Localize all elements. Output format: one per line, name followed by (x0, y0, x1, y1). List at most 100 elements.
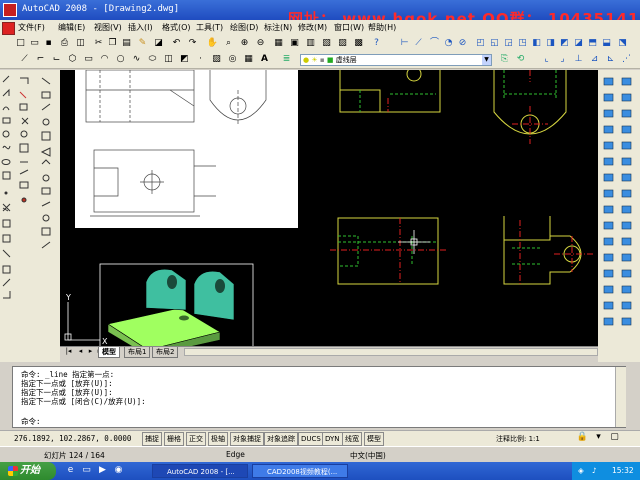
dim-diameter-icon[interactable]: ⊘ (456, 38, 469, 49)
ucs-origin-icon[interactable]: ⊥ (572, 54, 585, 65)
view-bottom-icon[interactable]: ◱ (488, 38, 501, 49)
dyn-toggle[interactable]: DYN (322, 432, 343, 446)
autocad-icon[interactable] (3, 3, 17, 17)
horizontal-scrollbar[interactable] (184, 348, 598, 356)
spline-tool-icon[interactable]: ∿ (130, 54, 143, 65)
ucs-view-icon[interactable]: ⋰ (620, 54, 633, 65)
menu-format[interactable]: 格式(O) (162, 22, 191, 33)
polyline-tool-icon[interactable]: ⌙ (50, 54, 63, 65)
tool-palettes-icon[interactable]: ▥ (304, 38, 317, 49)
layer-previous-icon[interactable]: ⟲ (514, 54, 527, 65)
menu-edit[interactable]: 编辑(E) (58, 22, 85, 33)
help-icon[interactable]: ? (370, 38, 383, 49)
command-scrollbar[interactable] (615, 367, 626, 427)
layer-manager-icon[interactable]: ≣ (280, 54, 293, 65)
region-tool-icon[interactable]: ◎ (226, 54, 239, 65)
match-properties-icon[interactable]: ✎ (136, 38, 149, 49)
mtext-tool-icon[interactable]: A (258, 54, 271, 65)
ducs-toggle[interactable]: DUCS (298, 432, 324, 446)
paste-icon[interactable]: ▤ (120, 38, 133, 49)
view-back-icon[interactable]: ◨ (544, 38, 557, 49)
iso-sw-icon[interactable]: ◩ (558, 38, 571, 49)
ucs-3point-icon[interactable]: ⊿ (588, 54, 601, 65)
menu-insert[interactable]: 插入(I) (128, 22, 153, 33)
annotation-scale-value[interactable]: 1:1 (529, 435, 540, 443)
quicklaunch-media-icon[interactable]: ▶ (96, 465, 109, 476)
lock-toolbar-icon[interactable]: 🔒 (576, 432, 589, 443)
properties-icon[interactable]: ▦ (272, 38, 285, 49)
menu-tools[interactable]: 工具(T) (196, 22, 223, 33)
menu-dimension[interactable]: 标注(N) (264, 22, 292, 33)
osnap-toggle[interactable]: 对象捕捉 (230, 432, 264, 446)
block-editor-icon[interactable]: ◪ (152, 38, 165, 49)
otrack-toggle[interactable]: 对象追踪 (264, 432, 298, 446)
camera-icon[interactable]: ⬔ (616, 38, 629, 49)
new-icon[interactable]: □ (14, 38, 27, 49)
ucs-object-icon[interactable]: ⊾ (604, 54, 617, 65)
command-prompt[interactable]: 命令: (21, 416, 41, 427)
menu-file[interactable]: 文件(F) (18, 22, 45, 33)
make-current-layer-icon[interactable]: ⎘ (498, 54, 511, 65)
polygon-tool-icon[interactable]: ⬡ (66, 54, 79, 65)
task-cad-video[interactable]: CAD2008视频教程(... (252, 464, 348, 478)
view-right-icon[interactable]: ◳ (516, 38, 529, 49)
quicklaunch-app-icon[interactable]: ◉ (112, 465, 125, 476)
insert-block-icon[interactable]: ◫ (162, 54, 175, 65)
model-toggle[interactable]: 模型 (364, 432, 384, 446)
ucs-icon[interactable]: ⌞ (540, 54, 553, 65)
make-block-icon[interactable]: ◩ (178, 54, 191, 65)
preview-icon[interactable]: ◫ (74, 38, 87, 49)
pan-icon[interactable]: ✋ (206, 38, 219, 49)
document-icon[interactable] (2, 22, 15, 35)
construction-line-icon[interactable]: ⌐ (34, 54, 47, 65)
rectangle-tool-icon[interactable]: ▭ (82, 54, 95, 65)
print-icon[interactable]: ⎙ (58, 38, 71, 49)
dim-aligned-icon[interactable]: ⟋ (412, 38, 425, 49)
ucs-world-icon[interactable]: ⌟ (556, 54, 569, 65)
undo-icon[interactable]: ↶ (170, 38, 183, 49)
task-autocad[interactable]: AutoCAD 2008 - [... (152, 464, 248, 478)
quicklaunch-desktop-icon[interactable]: ▭ (80, 465, 93, 476)
tray-volume-icon[interactable]: ♪ (592, 462, 597, 480)
grid-toggle[interactable]: 栅格 (164, 432, 184, 446)
command-window[interactable]: 命令: _line 指定第一点: 指定下一点或 [放弃(U)]: 指定下一点或 … (12, 366, 626, 428)
iso-ne-icon[interactable]: ⬒ (586, 38, 599, 49)
tray-network-icon[interactable]: ◈ (578, 462, 584, 480)
menu-window[interactable]: 窗口(W) (334, 22, 364, 33)
tab-model[interactable]: 模型 (98, 347, 120, 358)
dim-arc-icon[interactable]: ⌒ (428, 38, 441, 49)
redo-icon[interactable]: ↷ (186, 38, 199, 49)
clock[interactable]: 15:32 (612, 462, 634, 480)
quicklaunch-ie-icon[interactable]: e (64, 465, 77, 476)
view-top-icon[interactable]: ◰ (474, 38, 487, 49)
save-icon[interactable]: ▪ (42, 38, 55, 49)
layer-select[interactable]: ● ☀ ▪ ■ 虚线层 ▼ (300, 54, 492, 66)
zoom-realtime-icon[interactable]: ⌕ (222, 38, 235, 49)
drawing-canvas[interactable]: Y X (60, 70, 598, 356)
zoom-window-icon[interactable]: ⊕ (238, 38, 251, 49)
table-tool-icon[interactable]: ▦ (242, 54, 255, 65)
quickcalc-icon[interactable]: ▩ (352, 38, 365, 49)
circle-tool-icon[interactable]: ○ (114, 54, 127, 65)
chevron-down-icon[interactable]: ▼ (482, 55, 491, 65)
copy-icon[interactable]: ❐ (106, 38, 119, 49)
design-center-icon[interactable]: ▣ (288, 38, 301, 49)
iso-nw-icon[interactable]: ⬓ (600, 38, 613, 49)
snap-toggle[interactable]: 捕捉 (142, 432, 162, 446)
markup-icon[interactable]: ▨ (336, 38, 349, 49)
view-left-icon[interactable]: ◲ (502, 38, 515, 49)
menu-draw[interactable]: 绘图(D) (230, 22, 258, 33)
point-tool-icon[interactable]: · (194, 54, 207, 65)
zoom-previous-icon[interactable]: ⊖ (254, 38, 267, 49)
tab-layout1[interactable]: 布局1 (124, 347, 151, 358)
hatch-tool-icon[interactable]: ▨ (210, 54, 223, 65)
ortho-toggle[interactable]: 正交 (186, 432, 206, 446)
tab-layout2[interactable]: 布局2 (152, 347, 179, 358)
polar-toggle[interactable]: 极轴 (208, 432, 228, 446)
arc-tool-icon[interactable]: ◠ (98, 54, 111, 65)
open-icon[interactable]: ▭ (28, 38, 41, 49)
dim-linear-icon[interactable]: ⊢ (398, 38, 411, 49)
sheet-set-icon[interactable]: ▧ (320, 38, 333, 49)
menu-modify[interactable]: 修改(M) (298, 22, 327, 33)
view-front-icon[interactable]: ◧ (530, 38, 543, 49)
